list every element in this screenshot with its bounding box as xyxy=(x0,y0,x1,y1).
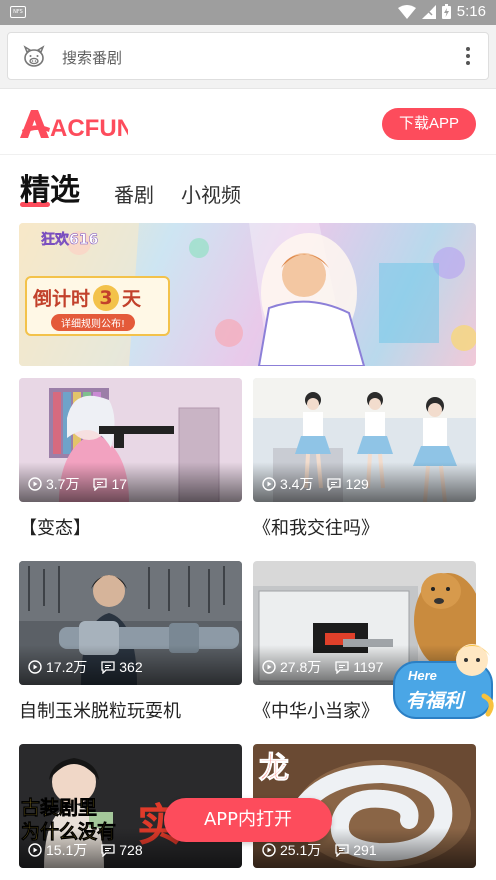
countdown-suffix: 天 xyxy=(122,288,142,310)
category-tabs: 精选 番剧 小视频 xyxy=(0,165,496,215)
video-stats: 27.8万 1197 xyxy=(262,657,383,677)
countdown-prefix: 倒计时 xyxy=(33,288,91,310)
pig-logo-icon xyxy=(23,45,45,67)
browser-toolbar: 搜索番剧 xyxy=(0,25,496,88)
video-card-1[interactable]: 3.7万 17 【变态】 xyxy=(19,378,242,539)
comment-count: 362 xyxy=(119,659,143,675)
view-count: 3.4万 xyxy=(280,476,314,492)
tab-featured[interactable]: 精选 xyxy=(20,165,80,209)
comment-icon xyxy=(93,477,108,491)
countdown-number: 3 xyxy=(93,284,120,311)
video-thumbnail: 3.4万 129 xyxy=(253,378,476,502)
view-count: 27.8万 xyxy=(280,659,322,675)
site-header: ACFUN 下载APP xyxy=(0,89,496,155)
view-count: 17.2万 xyxy=(46,659,88,675)
tab-short-video[interactable]: 小视频 xyxy=(181,179,241,208)
rules-label: 详细规则公布! xyxy=(51,314,136,331)
clock: 5:16 xyxy=(456,3,486,20)
video-stats: 15.1万 728 xyxy=(28,840,143,860)
promo-banner[interactable]: 狂欢616 倒计时 3 天 详细规则公布! xyxy=(19,223,476,366)
video-stats: 25.1万 291 xyxy=(262,840,377,860)
play-count-icon xyxy=(28,660,42,674)
event-label: 狂欢616 xyxy=(41,232,99,249)
thumb-overlay-char: 龙 xyxy=(259,751,289,786)
video-thumbnail: 17.2万 362 xyxy=(19,561,242,685)
tab-featured-label: 精选 xyxy=(20,173,80,208)
view-count: 25.1万 xyxy=(280,842,322,858)
video-title: 自制玉米脱粒玩耍机 xyxy=(19,701,181,722)
video-title: 【变态】 xyxy=(19,518,91,539)
play-count-icon xyxy=(262,477,276,491)
status-bar: NFS 5:16 xyxy=(0,0,496,25)
video-thumbnail: 3.7万 17 xyxy=(19,378,242,502)
signal-icon xyxy=(421,4,436,19)
download-app-button[interactable]: 下载APP xyxy=(382,108,476,140)
welfare-float-badge[interactable]: Here 有福利 xyxy=(392,640,496,722)
comment-count: 1197 xyxy=(353,659,384,675)
view-count: 15.1万 xyxy=(46,842,88,858)
comment-icon xyxy=(101,843,115,857)
video-stats: 3.7万 17 xyxy=(28,474,127,494)
play-count-icon xyxy=(262,843,276,857)
video-card-3[interactable]: 17.2万 362 自制玉米脱粒玩耍机 xyxy=(19,561,242,722)
badge-line1: Here xyxy=(408,668,437,683)
tab-anime[interactable]: 番剧 xyxy=(114,179,154,208)
video-card-2[interactable]: 3.4万 129 《和我交往吗》 xyxy=(253,378,476,539)
video-title: 《中华小当家》 xyxy=(253,701,379,722)
acfun-logo[interactable]: ACFUN xyxy=(20,108,128,140)
search-placeholder: 搜索番剧 xyxy=(62,49,123,67)
video-title: 《和我交往吗》 xyxy=(253,518,379,539)
comment-count: 291 xyxy=(353,842,377,858)
wifi-icon xyxy=(397,4,416,19)
badge-line2: 有福利 xyxy=(406,690,464,712)
comment-icon xyxy=(327,477,342,491)
search-input[interactable]: 搜索番剧 xyxy=(7,32,489,80)
more-menu-icon[interactable] xyxy=(466,47,472,67)
web-page: ACFUN 下载APP 精选 番剧 小视频 狂欢616 倒计时 3 天 详细规则… xyxy=(0,88,496,880)
comment-icon xyxy=(101,660,115,674)
countdown-panel: 倒计时 3 天 详细规则公布! xyxy=(25,276,170,336)
view-count: 3.7万 xyxy=(46,476,80,492)
comment-icon xyxy=(335,843,349,857)
open-in-app-button[interactable]: APP内打开 xyxy=(164,798,332,842)
play-count-icon xyxy=(28,843,42,857)
comment-count: 17 xyxy=(111,476,128,492)
video-stats: 17.2万 362 xyxy=(28,657,143,677)
comment-count: 728 xyxy=(119,842,143,858)
play-count-icon xyxy=(262,660,276,674)
play-count-icon xyxy=(28,477,42,491)
video-stats: 3.4万 129 xyxy=(262,474,369,494)
notification-icon: NFS xyxy=(10,6,26,18)
logo-text: ACFUN xyxy=(50,115,128,140)
comment-count: 129 xyxy=(345,476,369,492)
battery-icon xyxy=(441,4,451,19)
comment-icon xyxy=(335,660,349,674)
